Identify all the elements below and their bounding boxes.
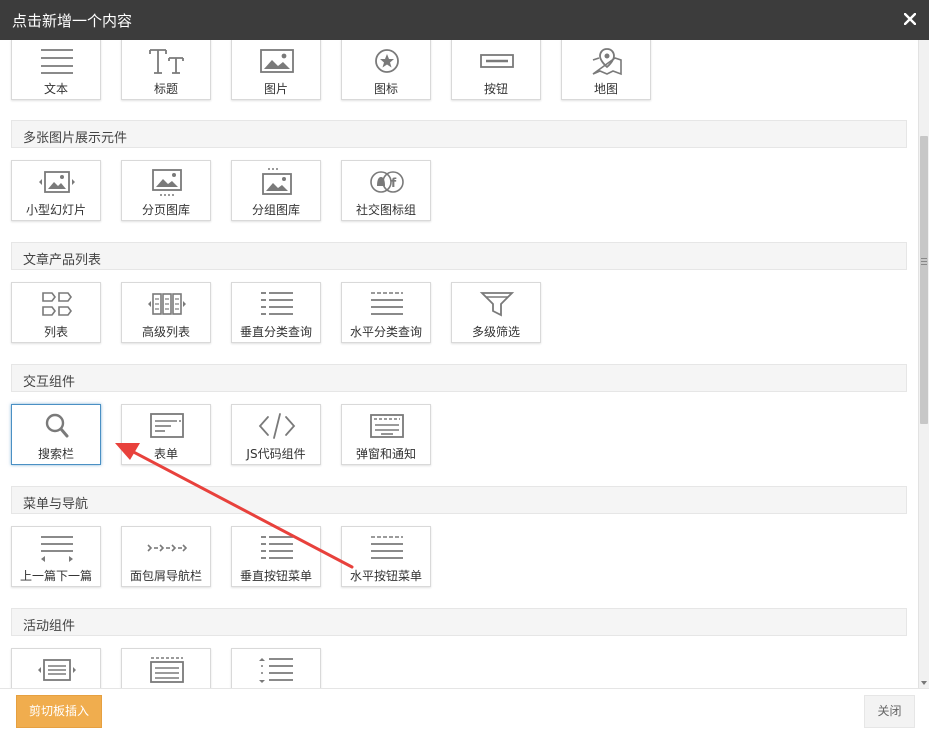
tile-filter-funnel[interactable]: 多级筛选 xyxy=(451,282,541,343)
section-title: 交互组件 xyxy=(23,375,76,390)
section-header: 多张图片展示元件 xyxy=(11,120,907,148)
star-circle-icon xyxy=(367,46,407,76)
filter-funnel-icon xyxy=(477,289,517,319)
prev-next-icon xyxy=(37,533,77,563)
grouped-gallery-icon xyxy=(257,167,297,197)
code-brackets-icon xyxy=(257,411,297,441)
clipboard-insert-button[interactable]: 剪切板插入 xyxy=(16,695,102,728)
tile-list-tags[interactable]: 列表 xyxy=(11,282,101,343)
scroll-down-arrow-icon[interactable] xyxy=(921,681,927,685)
section-header: 文章产品列表 xyxy=(11,242,907,270)
vertical-menu-icon xyxy=(257,533,297,563)
popup-icon xyxy=(367,411,407,441)
tile-activity-list[interactable] xyxy=(231,648,321,688)
breadcrumb-arrows-icon xyxy=(147,533,188,563)
tile-popup[interactable]: 弹窗和通知 xyxy=(341,404,431,465)
social-icons-icon: f xyxy=(367,167,407,197)
dialog-title: 点击新增一个内容 xyxy=(12,12,133,30)
tile-label: 搜索栏 xyxy=(37,447,74,461)
slideshow-icon xyxy=(37,167,77,197)
text-lines-icon xyxy=(37,46,77,76)
tile-label: 弹窗和通知 xyxy=(355,447,416,461)
scrollbar-thumb[interactable] xyxy=(920,136,928,424)
tile-label: 地图 xyxy=(593,82,618,96)
paged-gallery-icon xyxy=(147,167,187,197)
component-picker: 文本 标题 图片 图标 按钮 地图多张图片展示元件 小型幻灯片 分页图库 分组图库 f 社交图标组文… xyxy=(0,40,918,688)
tile-advanced-list[interactable]: 高级列表 xyxy=(121,282,211,343)
tile-prev-next[interactable]: 上一篇下一篇 xyxy=(11,526,101,587)
tile-button[interactable]: 按钮 xyxy=(451,40,541,100)
tile-text-lines[interactable]: 文本 xyxy=(11,40,101,100)
section-header: 交互组件 xyxy=(11,364,907,392)
form-icon xyxy=(147,411,187,441)
tile-label: 分页图库 xyxy=(141,203,190,217)
scrollbar[interactable] xyxy=(918,40,929,688)
close-icon[interactable] xyxy=(899,8,921,30)
tile-label: 按钮 xyxy=(483,82,508,96)
tile-label: JS代码组件 xyxy=(246,447,306,461)
close-button[interactable]: 关闭 xyxy=(864,695,915,728)
map-pin-icon xyxy=(587,46,627,76)
tile-search[interactable]: 搜索栏 xyxy=(11,404,101,465)
tile-label: 图片 xyxy=(263,82,288,96)
search-icon xyxy=(37,411,77,441)
dialog-footer: 剪切板插入 关闭 xyxy=(0,688,929,729)
tile-label: 标题 xyxy=(153,82,178,96)
tile-activity-panel[interactable] xyxy=(121,648,211,688)
list-tags-icon xyxy=(37,289,77,319)
tile-label: 图标 xyxy=(373,82,398,96)
tile-label: 垂直分类查询 xyxy=(239,325,312,339)
title-tt-icon xyxy=(147,46,187,76)
tile-label: 高级列表 xyxy=(141,325,190,339)
tile-label: 社交图标组 xyxy=(355,203,416,217)
section-title: 多张图片展示元件 xyxy=(23,131,128,146)
tile-label: 水平分类查询 xyxy=(349,325,422,339)
tile-label: 分组图库 xyxy=(251,203,300,217)
section-header: 菜单与导航 xyxy=(11,486,907,514)
tile-star-circle[interactable]: 图标 xyxy=(341,40,431,100)
section-title: 活动组件 xyxy=(23,619,76,634)
activity-panel-icon xyxy=(147,655,187,685)
tile-paged-gallery[interactable]: 分页图库 xyxy=(121,160,211,221)
tile-vertical-category[interactable]: 垂直分类查询 xyxy=(231,282,321,343)
activity-list-icon xyxy=(257,655,297,685)
tile-label: 面包屑导航栏 xyxy=(129,569,202,583)
tile-label: 多级筛选 xyxy=(471,325,520,339)
scrollbar-grip xyxy=(921,258,927,266)
horizontal-category-icon xyxy=(367,289,407,319)
section-title: 菜单与导航 xyxy=(23,497,89,512)
dialog-titlebar: 点击新增一个内容 xyxy=(0,0,929,40)
tile-slideshow[interactable]: 小型幻灯片 xyxy=(11,160,101,221)
tile-horizontal-menu[interactable]: 水平按钮菜单 xyxy=(341,526,431,587)
tile-form[interactable]: 表单 xyxy=(121,404,211,465)
tile-label: 文本 xyxy=(43,82,68,96)
tile-code-brackets[interactable]: JS代码组件 xyxy=(231,404,321,465)
tile-label: 表单 xyxy=(153,447,178,461)
tile-label: 列表 xyxy=(43,325,68,339)
tile-label: 小型幻灯片 xyxy=(25,203,86,217)
tile-social-icons[interactable]: f 社交图标组 xyxy=(341,160,431,221)
tile-horizontal-category[interactable]: 水平分类查询 xyxy=(341,282,431,343)
tile-map-pin[interactable]: 地图 xyxy=(561,40,651,100)
section-title: 文章产品列表 xyxy=(23,253,102,268)
tile-label: 水平按钮菜单 xyxy=(349,569,422,583)
tile-activity-slider[interactable] xyxy=(11,648,101,688)
tile-label: 垂直按钮菜单 xyxy=(239,569,312,583)
section-header: 活动组件 xyxy=(11,608,907,636)
svg-text:f: f xyxy=(391,176,397,190)
image-icon xyxy=(257,46,297,76)
button-icon xyxy=(477,46,517,76)
tile-image[interactable]: 图片 xyxy=(231,40,321,100)
activity-slider-icon xyxy=(37,655,77,685)
tile-label: 上一篇下一篇 xyxy=(19,569,92,583)
horizontal-menu-icon xyxy=(367,533,407,563)
tile-grouped-gallery[interactable]: 分组图库 xyxy=(231,160,321,221)
tile-title-tt[interactable]: 标题 xyxy=(121,40,211,100)
tile-breadcrumb-arrows[interactable]: 面包屑导航栏 xyxy=(121,526,211,587)
vertical-category-icon xyxy=(257,289,297,319)
advanced-list-icon xyxy=(147,289,187,319)
tile-vertical-menu[interactable]: 垂直按钮菜单 xyxy=(231,526,321,587)
